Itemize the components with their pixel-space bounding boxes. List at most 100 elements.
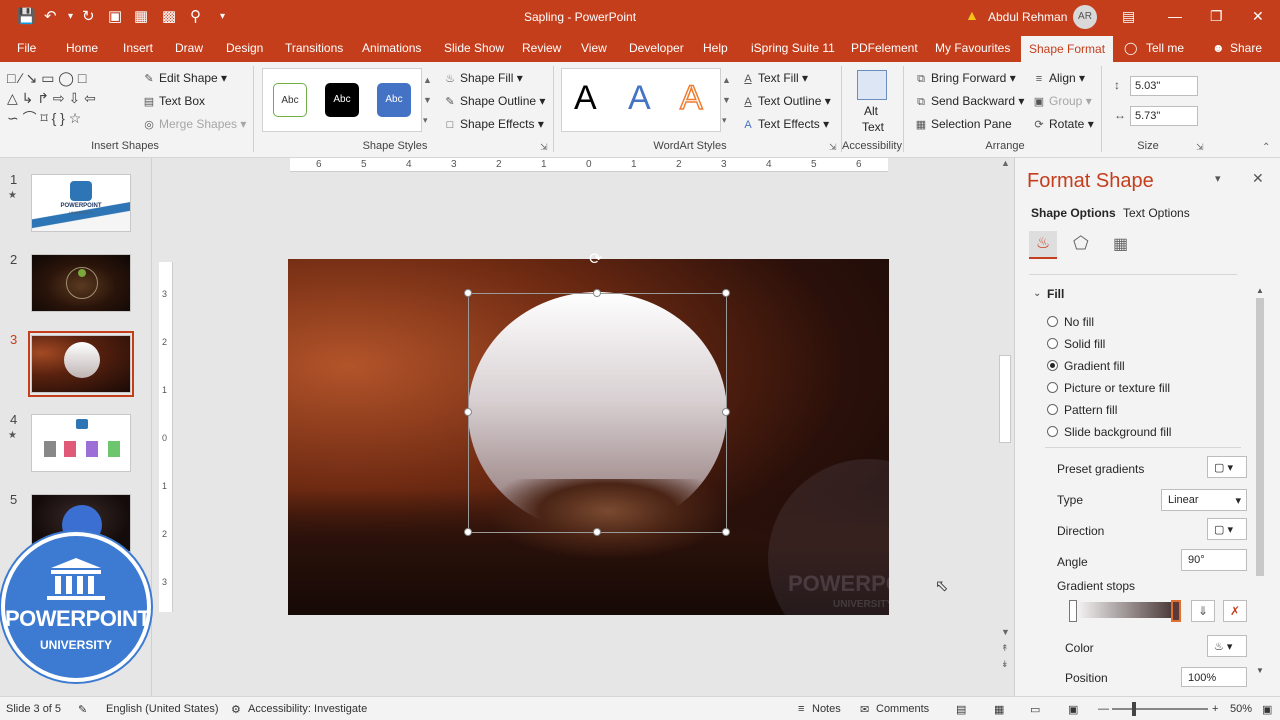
scroll-down-icon[interactable]: ▼ bbox=[1001, 627, 1010, 637]
radio-picture-fill[interactable] bbox=[1047, 382, 1058, 393]
slide-thumbnail-4[interactable] bbox=[31, 414, 131, 472]
selection-pane-button[interactable]: ▦ Selection Pane bbox=[914, 117, 1012, 131]
send-backward-button[interactable]: ⧉ Send Backward ▾ bbox=[914, 94, 1024, 109]
position-input[interactable]: 100% bbox=[1181, 667, 1247, 687]
tab-review[interactable]: Review bbox=[522, 41, 561, 55]
group-button[interactable]: ▣ Group ▾ bbox=[1032, 94, 1092, 108]
bring-forward-button[interactable]: ⧉ Bring Forward ▾ bbox=[914, 71, 1016, 86]
direction-dropdown[interactable]: ▢ ▾ bbox=[1207, 518, 1247, 540]
shape-style-outline-green[interactable]: Abc bbox=[273, 83, 307, 117]
radio-pattern-fill[interactable] bbox=[1047, 404, 1058, 415]
normal-view-icon[interactable]: ▤ bbox=[956, 703, 966, 716]
tab-insert[interactable]: Insert bbox=[123, 41, 153, 55]
align-button[interactable]: ≡ Align ▾ bbox=[1032, 71, 1085, 85]
zoom-slider-thumb[interactable] bbox=[1132, 702, 1136, 716]
slide-sorter-icon[interactable]: ▦ bbox=[994, 703, 1004, 716]
slide-thumbnail-3[interactable] bbox=[31, 335, 131, 393]
previous-slide-icon[interactable]: ↟ bbox=[1001, 643, 1009, 654]
label-solid-fill[interactable]: Solid fill bbox=[1064, 337, 1105, 351]
restore-icon[interactable]: ❐ bbox=[1210, 8, 1223, 25]
accessibility-icon[interactable]: ⚙ bbox=[231, 703, 241, 716]
tab-transitions[interactable]: Transitions bbox=[285, 41, 343, 55]
notes-button[interactable]: Notes bbox=[812, 703, 841, 715]
tab-ispring[interactable]: iSpring Suite 11 bbox=[751, 41, 835, 55]
radio-solid-fill[interactable] bbox=[1047, 338, 1058, 349]
gradient-stop-2[interactable] bbox=[1171, 600, 1181, 622]
resize-handle-sw[interactable] bbox=[464, 528, 472, 536]
alt-text-icon[interactable] bbox=[857, 70, 887, 100]
accessibility-status[interactable]: Accessibility: Investigate bbox=[248, 703, 367, 715]
resize-handle-ne[interactable] bbox=[722, 289, 730, 297]
resize-handle-w[interactable] bbox=[464, 408, 472, 416]
text-outline-button[interactable]: A Text Outline ▾ bbox=[741, 94, 830, 108]
merge-shapes-button[interactable]: ◎ Merge Shapes ▾ bbox=[142, 117, 246, 131]
tab-developer[interactable]: Developer bbox=[629, 41, 684, 55]
notes-icon[interactable]: ≡ bbox=[798, 703, 804, 715]
slideshow-view-icon[interactable]: ▣ bbox=[1068, 703, 1078, 716]
minimize-icon[interactable]: — bbox=[1168, 8, 1182, 24]
dialog-launcher-icon[interactable]: ⇲ bbox=[829, 142, 837, 153]
tab-view[interactable]: View bbox=[581, 41, 607, 55]
shapes-gallery[interactable]: □ ∕ ↘ ▭ ◯ □ △ ↳ ↱ ⇨ ⇩ ⇦ ∽ ⌒ ⌑ { } ☆ bbox=[7, 68, 125, 132]
shape-effects-button[interactable]: □ Shape Effects ▾ bbox=[443, 117, 544, 131]
close-pane-icon[interactable]: ✕ bbox=[1252, 170, 1264, 187]
shape-style-blue[interactable]: Abc bbox=[377, 83, 411, 117]
alt-text-label-1[interactable]: Alt bbox=[864, 104, 878, 118]
tab-file[interactable]: File bbox=[17, 41, 36, 55]
fill-section-header[interactable]: Fill bbox=[1047, 287, 1064, 301]
resize-handle-s[interactable] bbox=[593, 528, 601, 536]
zoom-out-icon[interactable]: — bbox=[1098, 703, 1109, 715]
shape-fill-button[interactable]: ♨ Shape Fill ▾ bbox=[443, 71, 523, 85]
radio-gradient-fill[interactable] bbox=[1047, 360, 1058, 371]
scrollbar-thumb[interactable] bbox=[999, 355, 1011, 443]
label-gradient-fill[interactable]: Gradient fill bbox=[1064, 359, 1125, 373]
gradient-stop-1[interactable] bbox=[1069, 600, 1077, 622]
resize-handle-e[interactable] bbox=[722, 408, 730, 416]
collapse-ribbon-icon[interactable]: ⌃ bbox=[1262, 142, 1270, 153]
tab-tell-me[interactable]: Tell me bbox=[1146, 41, 1184, 55]
tab-text-options[interactable]: Text Options bbox=[1123, 206, 1190, 220]
warning-icon[interactable]: ▲ bbox=[965, 7, 979, 23]
pane-scroll-down-icon[interactable]: ▼ bbox=[1256, 666, 1264, 675]
share-icon[interactable]: ☻ bbox=[1212, 41, 1225, 55]
fill-line-icon[interactable]: ♨ bbox=[1029, 231, 1057, 259]
slide-thumbnail-1[interactable]: POWERPOINT UNIVERSITY bbox=[31, 174, 131, 232]
zoom-slider[interactable] bbox=[1112, 708, 1208, 710]
user-name[interactable]: Abdul Rehman bbox=[988, 10, 1067, 24]
fit-to-window-icon[interactable]: ▣ bbox=[1262, 703, 1272, 716]
angle-input[interactable]: 90° bbox=[1181, 549, 1247, 571]
pane-options-icon[interactable]: ▾ bbox=[1215, 172, 1221, 185]
type-dropdown[interactable]: Linear ▾ bbox=[1161, 489, 1247, 511]
shape-style-black[interactable]: Abc bbox=[325, 83, 359, 117]
rotate-button[interactable]: ⟳ Rotate ▾ bbox=[1032, 117, 1093, 131]
tab-shape-options[interactable]: Shape Options bbox=[1031, 206, 1116, 220]
language-indicator[interactable]: English (United States) bbox=[106, 703, 219, 715]
label-pattern-fill[interactable]: Pattern fill bbox=[1064, 403, 1117, 417]
add-stop-icon[interactable]: ⇓ bbox=[1191, 600, 1215, 622]
alt-text-label-2[interactable]: Text bbox=[862, 120, 884, 134]
scroll-up-icon[interactable]: ▲ bbox=[1001, 158, 1010, 168]
collapse-fill-icon[interactable]: ⌄ bbox=[1033, 288, 1041, 299]
close-window-icon[interactable]: ✕ bbox=[1252, 8, 1264, 25]
avatar[interactable]: AR bbox=[1073, 5, 1097, 29]
wordart-blue[interactable]: A bbox=[628, 79, 651, 118]
resize-handle-nw[interactable] bbox=[464, 289, 472, 297]
tab-animations[interactable]: Animations bbox=[362, 41, 421, 55]
share-button[interactable]: Share bbox=[1230, 41, 1262, 55]
remove-stop-icon[interactable]: ✗ bbox=[1223, 600, 1247, 622]
text-fill-button[interactable]: A Text Fill ▾ bbox=[741, 71, 808, 85]
text-effects-button[interactable]: A Text Effects ▾ bbox=[741, 117, 829, 131]
tab-design[interactable]: Design bbox=[226, 41, 263, 55]
size-properties-icon[interactable]: ▦ bbox=[1113, 234, 1128, 254]
tab-home[interactable]: Home bbox=[66, 41, 98, 55]
tab-slide-show[interactable]: Slide Show bbox=[444, 41, 504, 55]
wordart-black[interactable]: A bbox=[574, 79, 597, 118]
wordart-gallery[interactable]: A A A bbox=[561, 68, 721, 132]
rotate-handle-icon[interactable]: ⟳ bbox=[589, 249, 602, 269]
tab-help[interactable]: Help bbox=[703, 41, 728, 55]
comments-icon[interactable]: ✉ bbox=[860, 703, 869, 716]
effects-pentagon-icon[interactable]: ⬠ bbox=[1073, 233, 1089, 254]
preset-gradients-dropdown[interactable]: ▢ ▾ bbox=[1207, 456, 1247, 478]
slide-count[interactable]: Slide 3 of 5 bbox=[6, 703, 61, 715]
tab-my-favourites[interactable]: My Favourites bbox=[935, 41, 1010, 55]
